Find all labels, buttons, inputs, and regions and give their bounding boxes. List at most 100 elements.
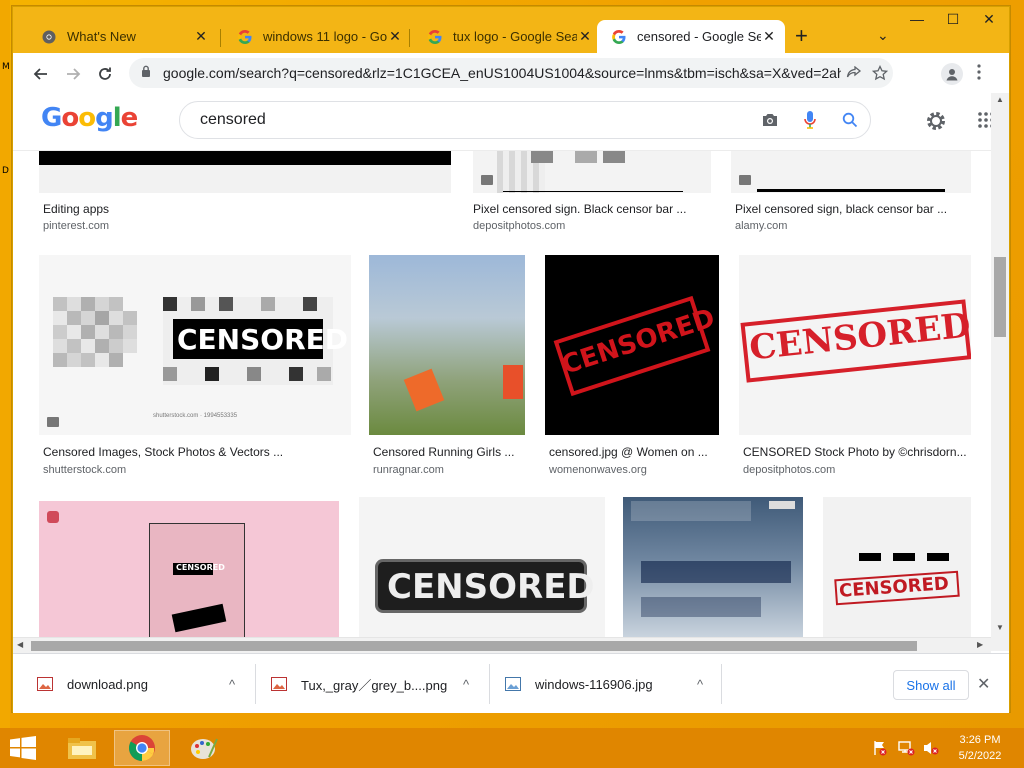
search-icon[interactable] — [830, 112, 870, 128]
vertical-scrollbar[interactable]: ▲ ▼ — [991, 93, 1009, 651]
image-result[interactable]: CENSORED shutterstock.com · 1994553335 C… — [39, 255, 351, 479]
microphone-icon[interactable] — [790, 110, 830, 130]
download-item[interactable]: download.png ^ — [37, 666, 247, 702]
result-caption[interactable]: CENSORED Stock Photo by ©chrisdorn... — [743, 445, 967, 459]
scroll-right-arrow-icon[interactable]: ▶ — [977, 640, 983, 649]
minimize-button[interactable]: — — [899, 7, 935, 31]
image-result[interactable]: Pixel censored sign, black censor bar ..… — [731, 151, 971, 241]
file-explorer-icon[interactable] — [54, 730, 110, 766]
windows-start-icon[interactable] — [10, 736, 36, 765]
search-input[interactable]: censored — [200, 111, 750, 129]
image-result[interactable]: Editing apps pinterest.com — [39, 151, 451, 241]
result-caption[interactable]: Editing apps — [43, 202, 443, 216]
result-thumbnail[interactable]: CENSORED shutterstock.com · 1994553335 — [39, 255, 351, 435]
result-thumbnail[interactable] — [369, 255, 525, 435]
camera-icon[interactable] — [750, 112, 790, 128]
tab-search-chevron-icon[interactable]: ⌄ — [877, 27, 889, 44]
scrollbar-thumb[interactable] — [994, 257, 1006, 337]
result-thumbnail[interactable] — [623, 497, 803, 637]
network-icon[interactable] — [897, 740, 915, 759]
result-caption[interactable]: Censored Running Girls ... — [373, 445, 523, 459]
browser-toolbar: google.com/search?q=censored&rlz=1C1GCEA… — [13, 53, 1009, 93]
scroll-left-arrow-icon[interactable]: ◀ — [17, 640, 23, 649]
pixel-block — [531, 151, 553, 163]
google-g-icon — [237, 29, 253, 45]
search-box[interactable]: censored — [179, 101, 871, 139]
result-source[interactable]: pinterest.com — [43, 220, 109, 232]
result-caption[interactable]: Pixel censored sign. Black censor bar ..… — [473, 202, 709, 216]
taskbar: 3:26 PM 5/2/2022 — [0, 728, 1024, 768]
result-thumbnail[interactable]: CENSORED — [545, 255, 719, 435]
scrollbar-thumb[interactable] — [31, 641, 917, 651]
scroll-up-arrow-icon[interactable]: ▲ — [996, 95, 1004, 104]
result-caption[interactable]: censored.jpg @ Women on ... — [549, 445, 719, 459]
close-icon[interactable]: ✕ — [577, 28, 593, 45]
close-icon[interactable]: ✕ — [761, 28, 777, 45]
close-downloads-icon[interactable]: ✕ — [977, 674, 990, 694]
bookmark-star-icon[interactable] — [867, 65, 893, 81]
orange-flag — [403, 368, 445, 412]
volume-muted-icon[interactable] — [922, 740, 940, 759]
image-result[interactable]: Pixel censored sign. Black censor bar ..… — [473, 151, 711, 241]
forward-arrow-icon[interactable] — [61, 62, 85, 86]
close-icon[interactable]: ✕ — [193, 28, 209, 45]
result-caption[interactable]: Pixel censored sign, black censor bar ..… — [735, 202, 967, 216]
result-thumbnail[interactable] — [39, 151, 451, 193]
result-source[interactable]: depositphotos.com — [743, 464, 835, 476]
apps-grid-icon[interactable] — [977, 111, 991, 134]
download-item[interactable]: windows-116906.jpg ^ — [505, 666, 715, 702]
result-source[interactable]: depositphotos.com — [473, 220, 565, 232]
chevron-up-icon[interactable]: ^ — [217, 677, 247, 692]
image-result[interactable]: Censored Running Girls ... runragnar.com — [369, 255, 527, 479]
result-source[interactable]: alamy.com — [735, 220, 787, 232]
system-clock[interactable]: 3:26 PM 5/2/2022 — [954, 732, 1006, 764]
close-icon[interactable]: ✕ — [387, 28, 403, 45]
google-logo[interactable]: Google — [41, 103, 138, 133]
reload-icon[interactable] — [93, 62, 117, 86]
result-thumbnail[interactable]: CENSORED — [739, 255, 971, 435]
paint-palette-icon[interactable] — [176, 730, 232, 766]
tab-windows-11-logo[interactable]: windows 11 logo - Goo ✕ — [223, 20, 411, 53]
new-tab-button[interactable]: + — [795, 25, 808, 47]
tab-tux-logo[interactable]: tux logo - Google Sear ✕ — [413, 20, 601, 53]
address-bar[interactable]: google.com/search?q=censored&rlz=1C1GCEA… — [129, 58, 893, 88]
window-close-button[interactable]: ✕ — [971, 7, 1007, 31]
show-all-downloads-button[interactable]: Show all — [893, 670, 969, 700]
image-file-icon — [505, 677, 521, 691]
chrome-window: What's New ✕ windows 11 logo - Goo ✕ tux… — [12, 6, 1010, 713]
image-result[interactable]: CENSORED — [39, 497, 339, 637]
back-arrow-icon[interactable] — [29, 62, 53, 86]
image-result[interactable] — [623, 497, 803, 637]
maximize-button[interactable]: ☐ — [935, 7, 971, 31]
settings-gear-icon[interactable] — [925, 110, 947, 137]
result-thumbnail[interactable]: CENSORED — [359, 497, 605, 637]
chrome-taskbar-icon[interactable] — [114, 730, 170, 766]
image-badge-icon — [481, 175, 493, 185]
profile-avatar-icon[interactable] — [941, 63, 963, 85]
scroll-down-arrow-icon[interactable]: ▼ — [996, 623, 1004, 632]
result-source[interactable]: shutterstock.com — [43, 464, 126, 476]
chrome-icon — [41, 29, 57, 45]
horizontal-scrollbar[interactable]: ◀ ▶ — [13, 637, 991, 653]
result-source[interactable]: womenonwaves.org — [549, 464, 647, 476]
image-result[interactable]: CENSORED — [823, 497, 971, 637]
result-thumbnail[interactable] — [731, 151, 971, 193]
more-menu-icon[interactable] — [977, 64, 981, 80]
image-badge-icon — [47, 417, 59, 427]
chevron-up-icon[interactable]: ^ — [685, 677, 715, 692]
chevron-up-icon[interactable]: ^ — [451, 677, 481, 692]
tab-whats-new[interactable]: What's New ✕ — [27, 20, 217, 53]
tab-strip: What's New ✕ windows 11 logo - Goo ✕ tux… — [13, 7, 1009, 53]
share-icon[interactable] — [841, 66, 867, 80]
image-result[interactable]: CENSORED CENSORED Stock Photo by ©chrisd… — [739, 255, 971, 479]
tab-censored[interactable]: censored - Google Sear ✕ — [597, 20, 785, 53]
image-result[interactable]: CENSORED — [359, 497, 605, 637]
result-thumbnail[interactable]: CENSORED — [823, 497, 971, 637]
result-caption[interactable]: Censored Images, Stock Photos & Vectors … — [43, 445, 343, 459]
result-thumbnail[interactable] — [473, 151, 711, 193]
download-item[interactable]: Tux,_gray／grey_b....png ^ — [271, 666, 481, 702]
result-thumbnail[interactable]: CENSORED — [39, 497, 339, 637]
action-center-flag-icon[interactable] — [872, 740, 888, 759]
result-source[interactable]: runragnar.com — [373, 464, 444, 476]
image-result[interactable]: CENSORED censored.jpg @ Women on ... wom… — [545, 255, 721, 479]
